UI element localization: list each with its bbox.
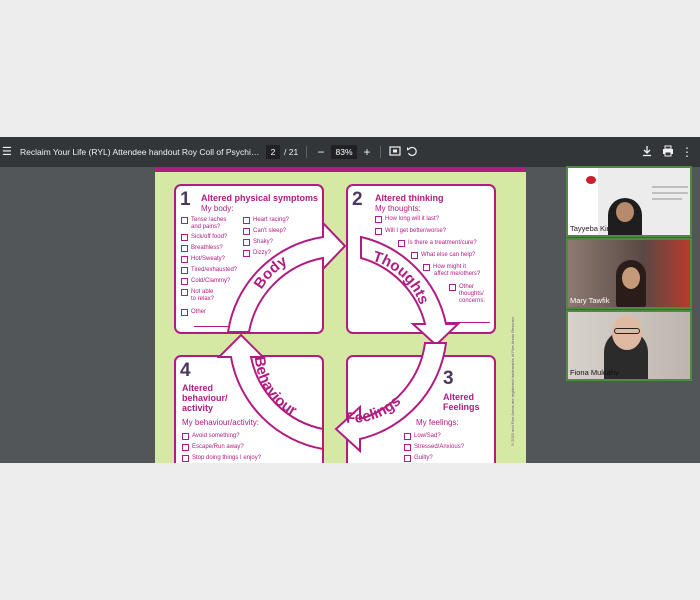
slide-line — [652, 186, 688, 188]
person-face — [616, 202, 634, 222]
logo-icon — [586, 176, 596, 184]
slide-line — [652, 198, 682, 200]
participant-tile[interactable]: Fiona Mulcahy — [566, 310, 692, 381]
glasses-icon — [614, 328, 640, 334]
zoom-out-icon[interactable]: − — [314, 145, 328, 159]
more-vert-icon[interactable]: ⋮ — [680, 145, 694, 159]
document-title: Reclaim Your Life (RYL) Attendee handout… — [20, 147, 260, 157]
copyright-note: ©2020 and Five Areas are registered trad… — [510, 317, 515, 447]
participant-tile[interactable]: Mary Tawfik — [566, 238, 692, 309]
pdf-toolbar: ☰ Reclaim Your Life (RYL) Attendee hando… — [0, 137, 700, 167]
toolbar-divider — [306, 146, 307, 158]
participant-name: Tayyeba Kiran — [570, 224, 618, 233]
page-total: / 21 — [284, 147, 299, 157]
participant-name: Fiona Mulcahy — [570, 368, 619, 377]
menu-icon[interactable]: ☰ — [2, 146, 12, 158]
toolbar-divider — [380, 146, 381, 158]
participant-tile[interactable]: Tayyeba Kiran — [566, 166, 692, 237]
cycle-arrows: Body Thoughts Feelings Behaviour — [216, 220, 461, 454]
page-number-input[interactable]: 2 — [266, 145, 280, 159]
fit-page-icon[interactable] — [388, 145, 402, 159]
slide-line — [652, 192, 688, 194]
pdf-page: 1 Altered physical symptoms My body: Ten… — [155, 167, 526, 463]
arrow-body — [226, 220, 347, 333]
zoom-input[interactable]: 83% — [331, 145, 357, 159]
download-icon[interactable] — [640, 145, 654, 159]
zoom-in-icon[interactable]: + — [360, 145, 374, 159]
print-icon[interactable] — [661, 145, 675, 159]
person-face — [622, 267, 640, 289]
participant-name: Mary Tawfik — [570, 296, 610, 305]
rotate-icon[interactable] — [405, 145, 419, 159]
